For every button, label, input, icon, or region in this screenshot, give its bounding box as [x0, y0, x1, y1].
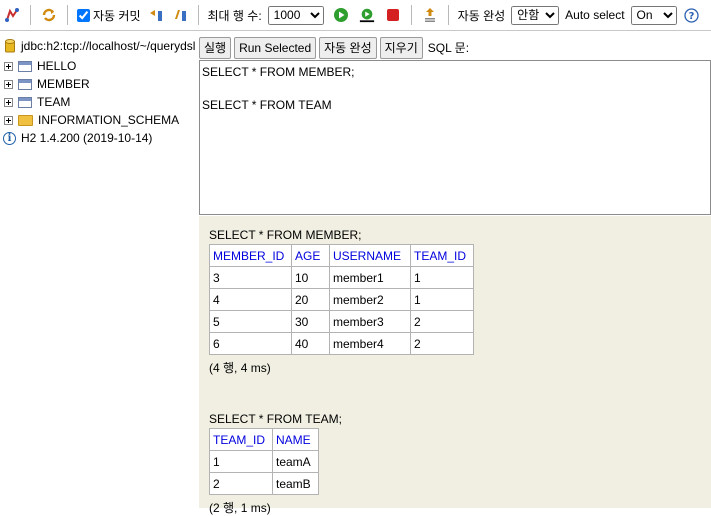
connection-url: jdbc:h2:tcp://localhost/~/querydsl	[21, 39, 196, 53]
command-bar: 실행 Run Selected 자동 완성 지우기 SQL 문:	[199, 35, 711, 60]
toolbar-separator	[30, 5, 31, 25]
table-cell: 2	[410, 310, 474, 333]
rollback-icon[interactable]	[148, 7, 164, 23]
result-table-team: TEAM_ID NAME 1 teamA 2 teamB	[209, 428, 319, 495]
run-selected-button[interactable]: Run Selected	[234, 36, 317, 59]
result-query: SELECT * FROM TEAM;	[209, 412, 342, 426]
autocommit-checkbox[interactable]: 자동 커밋	[77, 7, 141, 24]
max-rows-select[interactable]: 1000	[267, 5, 324, 25]
table-header-row: MEMBER_ID AGE USERNAME TEAM_ID	[209, 244, 474, 267]
expand-icon[interactable]	[4, 61, 13, 71]
result-summary: (4 행, 4 ms)	[209, 361, 271, 375]
history-icon[interactable]	[422, 7, 438, 23]
toolbar-separator	[447, 5, 449, 25]
toolbar: 자동 커밋 최대 행 수: 1000 자동 완성 안함 Auto select …	[0, 0, 711, 31]
run-icon[interactable]	[333, 7, 349, 23]
table-cell: 20	[291, 288, 330, 311]
autocommit-check-input[interactable]	[77, 8, 90, 22]
table-cell: 4	[209, 288, 292, 311]
svg-text:?: ?	[689, 11, 695, 22]
column-header[interactable]: AGE	[291, 244, 330, 267]
autocomplete-label: 자동 완성	[457, 8, 506, 23]
table-cell: teamB	[272, 472, 319, 495]
table-row: 1 teamA	[209, 450, 319, 473]
max-rows-label: 최대 행 수:	[207, 8, 262, 23]
table-cell: 30	[291, 310, 330, 333]
toolbar-separator	[197, 5, 199, 25]
table-row: 5 30 member3 2	[209, 310, 474, 333]
tree-item-team[interactable]: TEAM	[0, 93, 198, 111]
results-panel: SELECT * FROM MEMBER; MEMBER_ID AGE USER…	[199, 216, 711, 515]
table-icon	[18, 96, 32, 108]
tree-item-label: INFORMATION_SCHEMA	[38, 113, 180, 127]
disconnect-icon[interactable]	[4, 7, 20, 23]
stop-icon[interactable]	[385, 7, 401, 23]
table-cell: member2	[329, 288, 411, 311]
column-header[interactable]: TEAM_ID	[209, 428, 273, 451]
column-header[interactable]: NAME	[272, 428, 319, 451]
table-cell: member3	[329, 310, 411, 333]
table-cell: 2	[410, 332, 474, 355]
refresh-icon[interactable]	[41, 7, 57, 23]
table-cell: 1	[410, 288, 474, 311]
result-table-member: MEMBER_ID AGE USERNAME TEAM_ID 3 10 memb…	[209, 244, 474, 355]
column-header[interactable]: MEMBER_ID	[209, 244, 292, 267]
table-row: 3 10 member1 1	[209, 266, 474, 289]
table-cell: 2	[209, 472, 273, 495]
schema-tree: jdbc:h2:tcp://localhost/~/querydsl HELLO…	[0, 35, 198, 508]
result-query: SELECT * FROM MEMBER;	[209, 228, 362, 242]
tree-item-label: TEAM	[37, 95, 71, 109]
run-button[interactable]: 실행	[199, 36, 232, 59]
autoselect-select[interactable]: On	[630, 5, 677, 25]
help-icon[interactable]: ?	[684, 7, 700, 23]
version-label: H2 1.4.200 (2019-10-14)	[21, 131, 153, 145]
column-header[interactable]: USERNAME	[329, 244, 411, 267]
sql-statement-label: SQL 문:	[427, 41, 470, 55]
expand-icon[interactable]	[4, 79, 13, 89]
tree-item-label: HELLO	[37, 59, 77, 73]
table-cell: 3	[209, 266, 292, 289]
table-cell: member4	[329, 332, 411, 355]
table-header-row: TEAM_ID NAME	[209, 428, 319, 451]
expand-icon[interactable]	[4, 97, 13, 107]
tree-item-member[interactable]: MEMBER	[0, 75, 198, 93]
run-selected-icon[interactable]	[359, 7, 375, 23]
autocomplete-select[interactable]: 안함	[511, 5, 560, 25]
table-cell: 1	[209, 450, 273, 473]
table-row: 6 40 member4 2	[209, 332, 474, 355]
tree-item-label: MEMBER	[37, 77, 90, 91]
tree-item-information-schema[interactable]: INFORMATION_SCHEMA	[0, 111, 198, 129]
database-icon	[5, 39, 15, 53]
table-cell: 40	[291, 332, 330, 355]
sql-editor[interactable]: SELECT * FROM MEMBER; SELECT * FROM TEAM	[199, 60, 711, 215]
tree-connection[interactable]: jdbc:h2:tcp://localhost/~/querydsl	[0, 35, 198, 57]
commit-icon[interactable]	[172, 7, 188, 23]
table-cell: 1	[410, 266, 474, 289]
result-block-member: SELECT * FROM MEMBER; MEMBER_ID AGE USER…	[209, 228, 711, 376]
folder-icon	[18, 114, 33, 126]
table-cell: 10	[291, 266, 330, 289]
table-row: 2 teamB	[209, 472, 319, 495]
toolbar-separator	[410, 5, 412, 25]
table-icon	[18, 78, 32, 90]
table-icon	[18, 60, 32, 72]
info-icon: i	[3, 131, 16, 145]
table-cell: 6	[209, 332, 292, 355]
version-info: i H2 1.4.200 (2019-10-14)	[0, 129, 198, 147]
toolbar-separator	[67, 5, 68, 25]
result-block-team: SELECT * FROM TEAM; TEAM_ID NAME 1 teamA…	[209, 412, 711, 516]
clear-button[interactable]: 지우기	[379, 36, 423, 59]
table-cell: 5	[209, 310, 292, 333]
autoselect-label: Auto select	[565, 8, 625, 22]
table-cell: teamA	[272, 450, 319, 473]
table-row: 4 20 member2 1	[209, 288, 474, 311]
autocomplete-button[interactable]: 자동 완성	[319, 36, 377, 59]
expand-icon[interactable]	[4, 115, 13, 125]
tree-item-hello[interactable]: HELLO	[0, 57, 198, 75]
autocommit-label: 자동 커밋	[93, 8, 141, 23]
table-cell: member1	[329, 266, 411, 289]
column-header[interactable]: TEAM_ID	[410, 244, 474, 267]
